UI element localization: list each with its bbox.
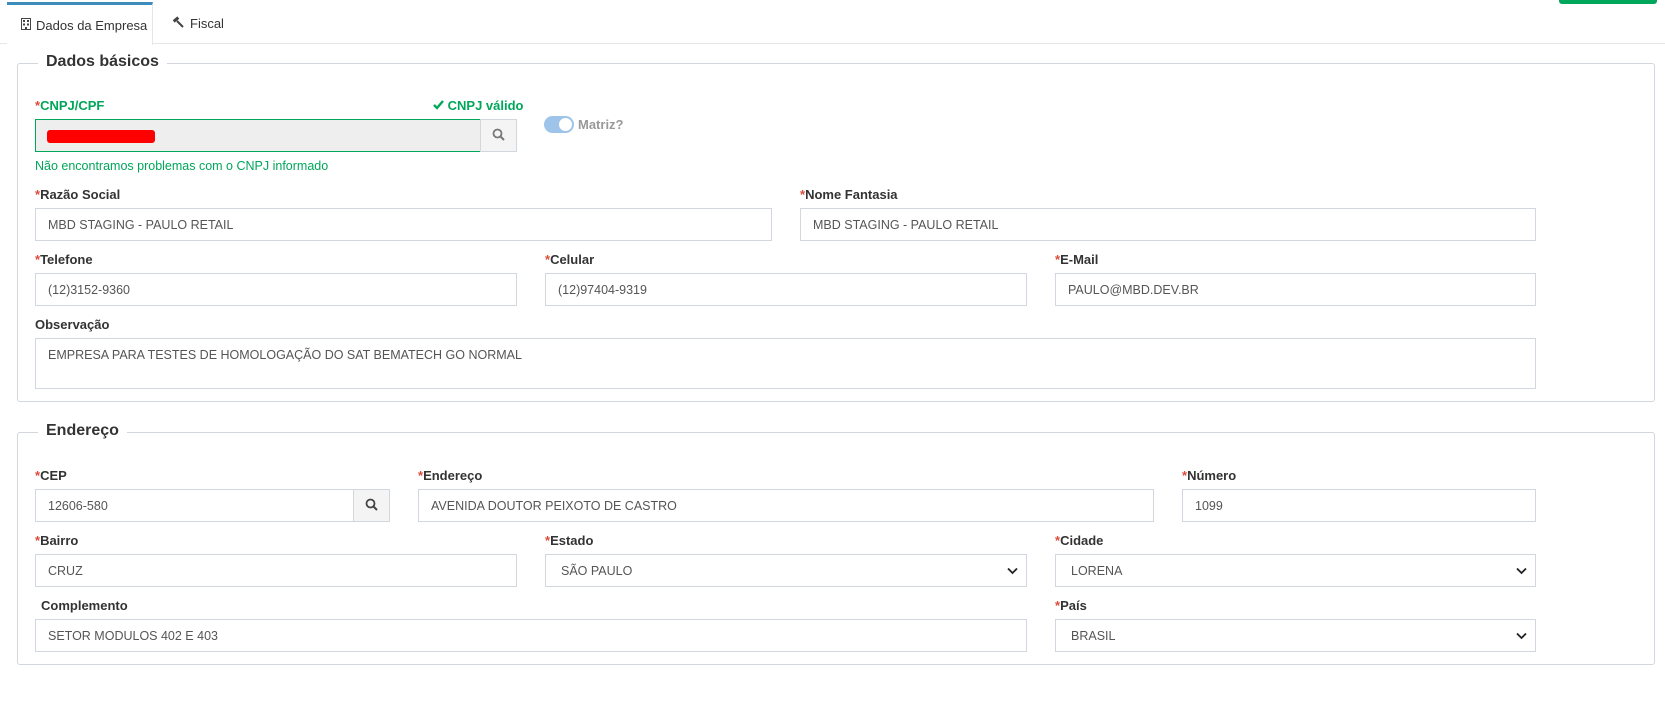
matriz-label: Matriz? (578, 117, 624, 132)
cep-input[interactable]: 12606-580 (35, 489, 354, 522)
endereco-input[interactable]: AVENIDA DOUTOR PEIXOTO DE CASTRO (418, 489, 1154, 522)
search-icon (492, 128, 505, 144)
complemento-label: Complemento (41, 598, 128, 613)
endereco-legend: Endereço (38, 422, 127, 440)
building-icon (21, 17, 31, 33)
check-icon (433, 98, 444, 113)
save-button-edge[interactable] (1559, 0, 1657, 4)
cnpj-search-button[interactable] (480, 119, 517, 152)
cnpj-status: CNPJ válido (433, 98, 523, 113)
telefone-label: *Telefone (35, 252, 93, 267)
razao-social-label: *Razão Social (35, 187, 121, 202)
cep-label: *CEP (35, 468, 67, 483)
email-input[interactable]: PAULO@MBD.DEV.BR (1055, 273, 1536, 306)
observacao-label: Observação (35, 317, 110, 332)
bairro-input[interactable]: CRUZ (35, 554, 517, 587)
cidade-label: *Cidade (1055, 533, 1104, 548)
estado-select[interactable]: SÃO PAULO (545, 554, 1027, 587)
cidade-select[interactable]: LORENA (1055, 554, 1536, 587)
endereco-label: *Endereço (418, 468, 483, 483)
pais-select[interactable]: BRASIL (1055, 619, 1536, 652)
email-label: *E-Mail (1055, 252, 1099, 267)
tab-label: Dados da Empresa (36, 17, 148, 33)
pais-label: *País (1055, 598, 1087, 613)
tab-bar: Dados da Empresa Fiscal (0, 0, 1665, 45)
matriz-toggle[interactable] (544, 116, 574, 133)
tab-label: Fiscal (190, 15, 224, 31)
dados-basicos-legend: Dados básicos (38, 53, 167, 71)
nome-fantasia-label: *Nome Fantasia (800, 187, 898, 202)
chevron-down-icon (1007, 565, 1018, 580)
tab-dados-da-empresa[interactable]: Dados da Empresa (7, 2, 153, 45)
chevron-down-icon (1516, 630, 1527, 645)
numero-label: *Número (1182, 468, 1237, 483)
celular-input[interactable]: (12)97404-9319 (545, 273, 1027, 306)
celular-label: *Celular (545, 252, 595, 267)
bairro-label: *Bairro (35, 533, 79, 548)
cnpj-input[interactable] (35, 119, 481, 152)
razao-social-input[interactable]: MBD STAGING - PAULO RETAIL (35, 208, 772, 241)
numero-input[interactable]: 1099 (1182, 489, 1536, 522)
search-icon (365, 498, 378, 514)
redaction-mark (47, 130, 155, 143)
complemento-input[interactable]: SETOR MODULOS 402 E 403 (35, 619, 1027, 652)
chevron-down-icon (1516, 565, 1527, 580)
cep-search-button[interactable] (353, 489, 390, 522)
estado-label: *Estado (545, 533, 594, 548)
tab-fiscal[interactable]: Fiscal (172, 2, 224, 44)
gavel-icon (172, 15, 185, 31)
cnpj-label: *CNPJ/CPF (35, 98, 105, 113)
pais-selected-value: BRASIL (1071, 628, 1116, 643)
telefone-input[interactable]: (12)3152-9360 (35, 273, 517, 306)
cnpj-help-text: Não encontramos problemas com o CNPJ inf… (35, 159, 329, 173)
observacao-textarea[interactable]: EMPRESA PARA TESTES DE HOMOLOGAÇÃO DO SA… (35, 338, 1536, 389)
nome-fantasia-input[interactable]: MBD STAGING - PAULO RETAIL (800, 208, 1536, 241)
cidade-selected-value: LORENA (1071, 563, 1123, 578)
estado-selected-value: SÃO PAULO (561, 563, 633, 578)
